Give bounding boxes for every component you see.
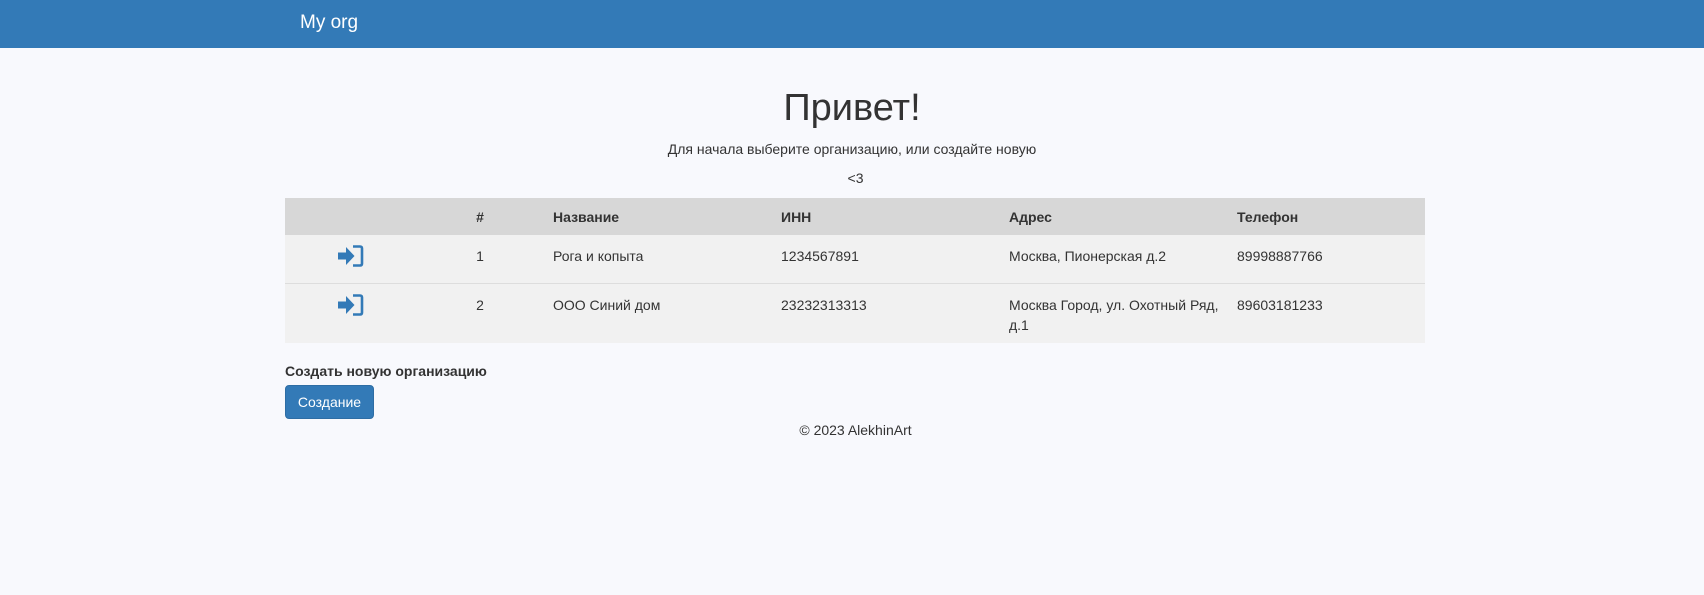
row-name: ООО Синий дом (545, 283, 773, 343)
row-inn: 1234567891 (773, 235, 1001, 284)
footer-copyright: © 2023 AlekhinArt (799, 422, 912, 438)
header-name: Название (545, 198, 773, 235)
row-address: Москва Город, ул. Охотный Ряд, д.1 (1001, 283, 1229, 343)
row-action-cell (285, 235, 415, 284)
page-title: Привет! (783, 87, 921, 129)
brand-link[interactable]: My org (300, 12, 358, 34)
header-number: # (415, 198, 545, 235)
organizations-table: # Название ИНН Адрес Телефон 1 Рога и ко… (285, 198, 1425, 343)
header-phone: Телефон (1229, 198, 1425, 235)
heart-note: <3 (847, 170, 864, 186)
row-action-cell (285, 283, 415, 343)
row-phone: 89998887766 (1229, 235, 1425, 284)
row-name: Рога и копыта (545, 235, 773, 284)
row-inn: 23232313313 (773, 283, 1001, 343)
header-inn: ИНН (773, 198, 1001, 235)
row-number: 2 (415, 283, 545, 343)
header-action (285, 198, 415, 235)
create-org-button[interactable]: Создание (285, 385, 374, 419)
header-address: Адрес (1001, 198, 1229, 235)
page-subtitle: Для начала выберите организацию, или соз… (667, 141, 1037, 157)
table-header-row: # Название ИНН Адрес Телефон (285, 198, 1425, 235)
top-navbar: My org (0, 0, 1704, 48)
table-row: 2 ООО Синий дом 23232313313 Москва Город… (285, 283, 1425, 343)
sign-in-icon[interactable] (336, 244, 364, 268)
sign-in-icon[interactable] (336, 293, 364, 317)
row-address: Москва, Пионерская д.2 (1001, 235, 1229, 284)
row-phone: 89603181233 (1229, 283, 1425, 343)
row-number: 1 (415, 235, 545, 284)
table-row: 1 Рога и копыта 1234567891 Москва, Пионе… (285, 235, 1425, 284)
create-org-label: Создать новую организацию (285, 363, 487, 379)
